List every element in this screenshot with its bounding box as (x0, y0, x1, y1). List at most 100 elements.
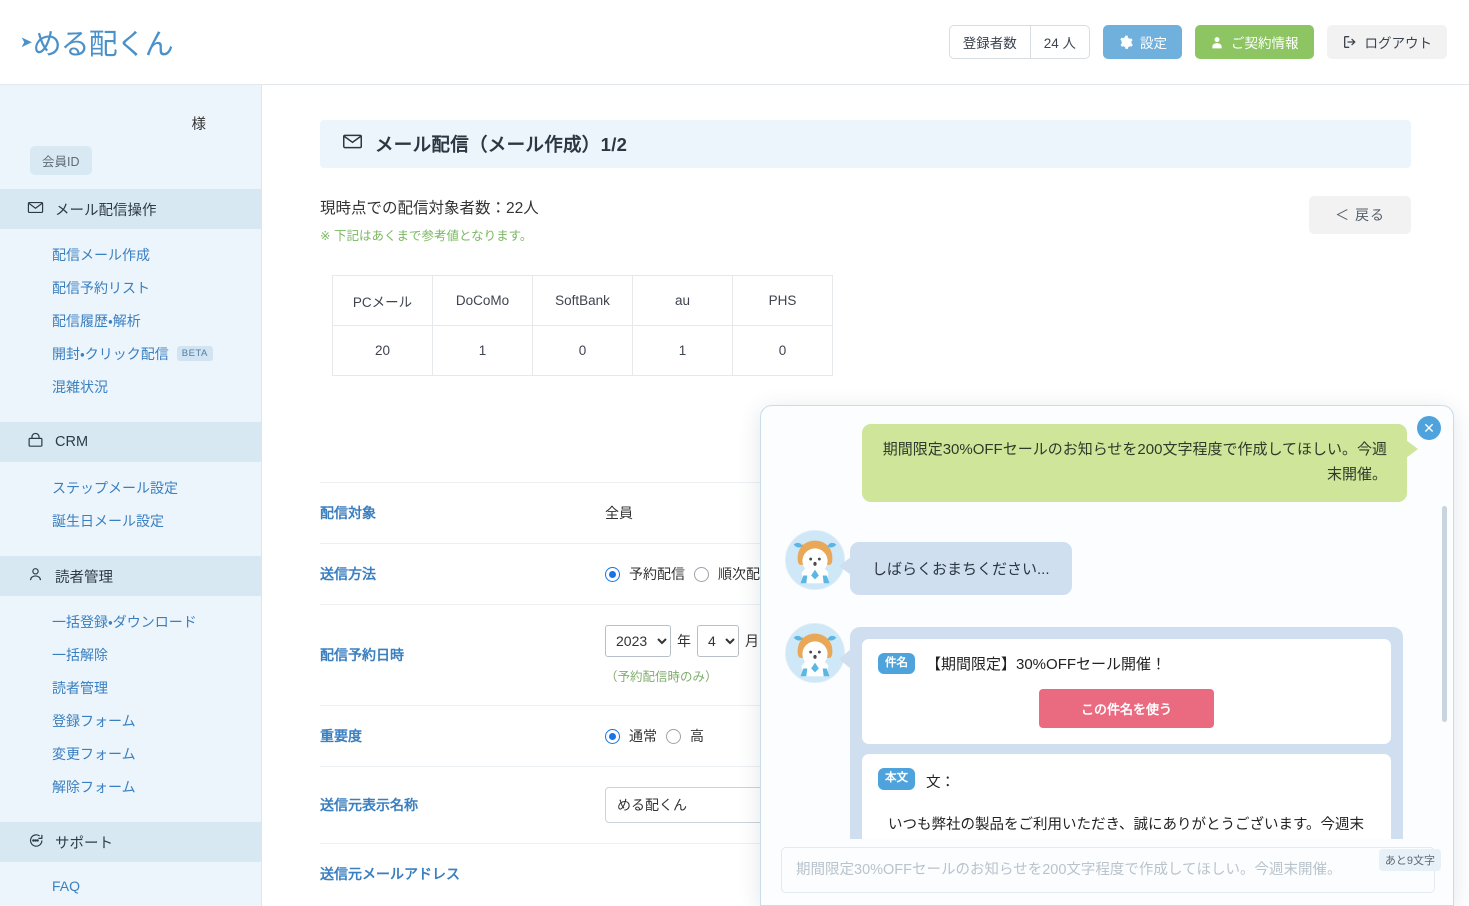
sidebar-item-create-mail[interactable]: 配信メール作成 (0, 238, 261, 271)
sidebar-section-label: サポート (55, 835, 113, 852)
sidebar-item-step-mail[interactable]: ステップメール設定 (0, 471, 261, 504)
radio-label-priority-high: 高 (690, 728, 704, 744)
envelope-icon (27, 199, 44, 220)
sidebar-item-label: 配信履歴・解析 (52, 312, 141, 329)
header-actions: 登録者数 24 人 設定 ご契約情報 ログアウト (948, 25, 1447, 59)
form-label-priority: 重要度 (320, 728, 362, 744)
table-header-row: PCメール DoCoMo SoftBank au PHS (332, 275, 833, 326)
sidebar-item-label: 誕生日メール設定 (52, 512, 164, 529)
target-count-row: 現時点での配信対象者数：22人 ※ 下記はあくまで参考値となります。 ＜ 戻る (320, 196, 1411, 244)
sidebar-section-mail: メール配信操作 (0, 189, 261, 229)
sidebar-item-congestion[interactable]: 混雑状況 (0, 370, 261, 403)
sidebar-item-label: 一括登録・ダウンロード (52, 613, 197, 630)
table-header-cell: DoCoMo (432, 275, 533, 326)
member-id-badge: 会員ID (30, 146, 92, 175)
chat-input-area: あと9文字 (761, 839, 1453, 905)
sidebar-item-bulk-unsubscribe[interactable]: 一括解除 (0, 638, 261, 671)
gear-icon (1118, 35, 1133, 50)
use-subject-button[interactable]: この件名を使う (1038, 689, 1214, 728)
sidebar-items-readers: 一括登録・ダウンロード 一括解除 読者管理 登録フォーム 変更フォーム 解除フォ… (0, 596, 261, 810)
char-left-badge: あと9文字 (1378, 849, 1441, 871)
subject-card: 件名 【期間限定】30%OFFセール開催！ この件名を使う (862, 638, 1391, 744)
chat-icon (27, 832, 44, 853)
sidebar-item-label: 読者管理 (52, 679, 108, 696)
form-label-schedule: 配信予約日時 (320, 647, 404, 663)
app-header: ➤ める配くん 登録者数 24 人 設定 ご契約情報 ログアウト (0, 0, 1469, 85)
app-root: ➤ める配くん 登録者数 24 人 設定 ご契約情報 ログアウト 様 会員ID … (0, 0, 1469, 906)
table-cell: 20 (332, 325, 433, 376)
sidebar-item-label: 混雑状況 (52, 378, 108, 395)
form-label-fromaddr: 送信元メールアドレス (320, 866, 460, 882)
body-card-head: 本文 文： (878, 768, 1375, 796)
body-label: 文： (926, 775, 955, 791)
sidebar-item-bulk-register[interactable]: 一括登録・ダウンロード (0, 605, 261, 638)
chat-input[interactable] (781, 847, 1435, 893)
settings-button[interactable]: 設定 (1103, 25, 1182, 59)
sidebar-item-reader-manage[interactable]: 読者管理 (0, 671, 261, 704)
logout-label: ログアウト (1364, 36, 1433, 51)
sidebar-item-register-form[interactable]: 登録フォーム (0, 704, 261, 737)
sidebar-item-change-form[interactable]: 変更フォーム (0, 737, 261, 770)
chat-message-list: 期間限定30%OFFセールのお知らせを200文字程度で作成してほしい。今週末開催… (761, 406, 1453, 841)
avatar (785, 529, 845, 590)
sidebar-item-faq[interactable]: FAQ (0, 871, 261, 900)
table-row: 20 1 0 1 0 (332, 325, 833, 376)
logout-button[interactable]: ログアウト (1326, 25, 1447, 59)
chat-message-user: 期間限定30%OFFセールのお知らせを200文字程度で作成してほしい。今週末開催… (785, 424, 1418, 502)
app-logo[interactable]: ➤ める配くん (20, 21, 174, 63)
sidebar-section-label: CRM (55, 434, 89, 450)
sidebar: 様 会員ID メール配信操作 配信メール作成 配信予約リスト 配信履歴・解析 開… (0, 85, 262, 906)
subject-text: 【期間限定】30%OFFセール開催！ (926, 655, 1167, 673)
sidebar-item-label: 一括解除 (52, 646, 108, 663)
person-icon (1210, 35, 1224, 50)
sidebar-section-label: メール配信操作 (55, 202, 157, 219)
body-card: 本文 文： いつも弊社の製品をご利用いただき、誠にありがとうございます。今週末は… (862, 754, 1391, 841)
sidebar-item-label: 登録フォーム (52, 712, 136, 729)
radio-label-priority-normal: 通常 (629, 728, 657, 744)
sidebar-item-unsubscribe-form[interactable]: 解除フォーム (0, 770, 261, 803)
ai-chat-panel: ✕ 期間限定30%OFFセールのお知らせを200文字程度で作成してほしい。今週末… (760, 405, 1454, 906)
radio-sequential-send[interactable] (694, 566, 709, 582)
sidebar-section-support: サポート (0, 822, 261, 862)
sidebar-items-crm: ステップメール設定 誕生日メール設定 (0, 462, 261, 544)
sidebar-item-label: 開封・クリック配信 (52, 345, 169, 362)
sidebar-item-label: 変更フォーム (52, 745, 136, 762)
registrants-value: 24 人 (1029, 26, 1089, 58)
month-select[interactable]: 4 (697, 625, 739, 657)
sidebar-item-label: FAQ (52, 877, 81, 894)
back-button[interactable]: ＜ 戻る (1309, 196, 1411, 234)
envelope-icon (342, 131, 363, 157)
page-title-bar: メール配信（メール作成）1/2 (320, 120, 1411, 168)
sidebar-item-open-click[interactable]: 開封・クリック配信 BETA (0, 337, 261, 370)
radio-priority-normal[interactable] (605, 728, 620, 744)
year-select[interactable]: 2023 (605, 625, 671, 657)
sidebar-item-birthday-mail[interactable]: 誕生日メール設定 (0, 504, 261, 537)
user-message-bubble: 期間限定30%OFFセールのお知らせを200文字程度で作成してほしい。今週末開催… (862, 424, 1418, 502)
body-text: いつも弊社の製品をご利用いただき、誠にありがとうございます。今週末は、弊社の公式… (888, 817, 1365, 834)
sidebar-items-mail: 配信メール作成 配信予約リスト 配信履歴・解析 開封・クリック配信 BETA 混… (0, 229, 261, 410)
reference-note: ※ 下記はあくまで参考値となります。 (320, 229, 533, 243)
sidebar-item-manual[interactable]: 操作マニュアル・動画 (0, 900, 261, 906)
logo-text: める配くん (32, 27, 174, 61)
user-honorific: 様 (191, 117, 207, 133)
sidebar-item-history[interactable]: 配信履歴・解析 (0, 304, 261, 337)
box-icon (27, 432, 44, 453)
form-label-target: 配信対象 (320, 505, 376, 521)
close-icon[interactable]: ✕ (1417, 416, 1441, 440)
contract-info-button[interactable]: ご契約情報 (1195, 25, 1314, 59)
sidebar-section-crm: CRM (0, 422, 261, 462)
year-unit-label: 年 (677, 633, 691, 649)
radio-priority-high[interactable] (666, 728, 681, 744)
table-header-cell: au (632, 275, 733, 326)
bot-result-bubble: 件名 【期間限定】30%OFFセール開催！ この件名を使う 本文 文： いつも弊… (839, 626, 1403, 841)
avatar (785, 622, 845, 683)
sidebar-item-label: ステップメール設定 (52, 479, 178, 496)
table-cell: 0 (732, 325, 833, 376)
target-count-text: 現時点での配信対象者数：22人 (320, 200, 539, 217)
table-header-cell: SoftBank (532, 275, 633, 326)
table-cell: 1 (632, 325, 733, 376)
radio-reserve-send[interactable] (605, 566, 620, 582)
page-title: メール配信（メール作成）1/2 (375, 134, 628, 155)
sidebar-section-label: 読者管理 (55, 569, 113, 586)
sidebar-item-reserve-list[interactable]: 配信予約リスト (0, 271, 261, 304)
